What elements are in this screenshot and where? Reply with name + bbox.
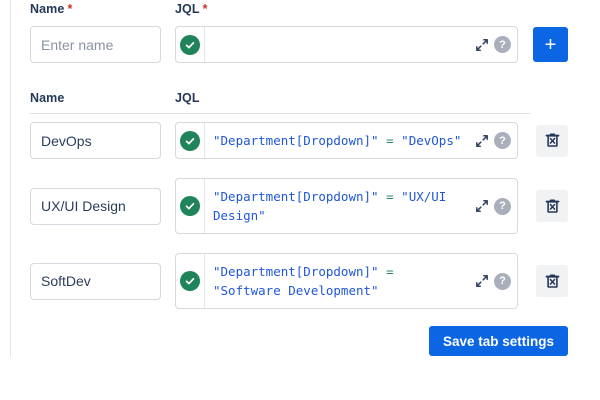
add-tab-button[interactable]: +: [533, 27, 568, 62]
delete-tab-button[interactable]: [536, 265, 568, 297]
panel-left-border: [10, 0, 11, 357]
table-row: "Department[Dropdown]" = "UX/UI Design" …: [30, 178, 568, 234]
jql-field-label: JQL*: [175, 2, 208, 16]
question-circle-icon[interactable]: ?: [494, 198, 511, 215]
jql-operator-token: =: [386, 264, 394, 279]
jql-status-cell: [176, 179, 204, 233]
delete-tab-button[interactable]: [536, 190, 568, 222]
tab-settings-panel: Name* JQL* ?: [30, 2, 568, 356]
jql-field-token: "Department[Dropdown]": [213, 189, 379, 204]
trash-icon: [544, 273, 561, 290]
jql-operator-token: =: [386, 189, 394, 204]
add-form-labels: Name* JQL*: [30, 2, 568, 16]
expand-arrows-icon[interactable]: [474, 198, 490, 214]
jql-value-token: "DevOps": [401, 133, 461, 148]
new-tab-name-input[interactable]: [30, 26, 161, 63]
tab-name-input[interactable]: [30, 122, 161, 159]
tab-jql-editor: "Department[Dropdown]" = "Software Devel…: [175, 253, 518, 309]
jql-label-text: JQL: [175, 2, 200, 16]
jql-divider: [204, 27, 205, 62]
question-circle-icon[interactable]: ?: [494, 132, 511, 149]
header-divider: [30, 113, 530, 114]
save-tab-settings-button[interactable]: Save tab settings: [429, 326, 568, 356]
jql-status-cell: [176, 27, 204, 62]
check-circle-icon: [180, 131, 200, 151]
new-tab-jql-input[interactable]: [213, 27, 474, 62]
jql-query-text: "Department[Dropdown]" = "DevOps": [213, 123, 465, 158]
trash-icon: [544, 132, 561, 149]
tab-name-input[interactable]: [30, 188, 161, 225]
jql-field-token: "Department[Dropdown]": [213, 133, 379, 148]
jql-editor-icons: ?: [474, 254, 517, 308]
name-required-marker: *: [67, 2, 72, 16]
jql-status-cell: [176, 254, 204, 308]
table-row: "Department[Dropdown]" = "Software Devel…: [30, 253, 568, 309]
footer-actions: Save tab settings: [30, 326, 568, 356]
tab-jql-editor: "Department[Dropdown]" = "UX/UI Design" …: [175, 178, 518, 234]
jql-query-text: "Department[Dropdown]" = "UX/UI Design": [213, 179, 465, 233]
jql-editor-icons: ?: [474, 123, 517, 158]
saved-tabs-header: Name JQL: [30, 91, 568, 105]
saved-tabs-list: "Department[Dropdown]" = "DevOps" ?: [30, 122, 568, 309]
expand-arrows-icon[interactable]: [474, 133, 490, 149]
add-tab-form-row: ? +: [30, 26, 568, 63]
tab-name-input[interactable]: [30, 263, 161, 300]
jql-query-area[interactable]: "Department[Dropdown]" = "Software Devel…: [205, 254, 474, 308]
check-circle-icon: [180, 271, 200, 291]
expand-arrows-icon[interactable]: [474, 37, 490, 53]
jql-field-token: "Department[Dropdown]": [213, 264, 379, 279]
name-label-text: Name: [30, 2, 64, 16]
delete-tab-button[interactable]: [536, 125, 568, 157]
table-row: "Department[Dropdown]" = "DevOps" ?: [30, 122, 568, 159]
jql-status-cell: [176, 123, 204, 158]
check-circle-icon: [180, 35, 200, 55]
expand-arrows-icon[interactable]: [474, 273, 490, 289]
jql-value-token: "Software Development": [213, 283, 379, 298]
jql-query-text: "Department[Dropdown]" = "Software Devel…: [213, 254, 465, 308]
check-circle-icon: [180, 196, 200, 216]
jql-required-marker: *: [203, 2, 208, 16]
jql-editor-icons: ?: [474, 179, 517, 233]
jql-column-header: JQL: [175, 91, 200, 105]
tab-jql-editor: "Department[Dropdown]" = "DevOps" ?: [175, 122, 518, 159]
jql-editor-icons: ?: [474, 27, 517, 62]
jql-operator-token: =: [386, 133, 394, 148]
trash-icon: [544, 198, 561, 215]
new-tab-jql-editor: ?: [175, 26, 518, 63]
name-field-label: Name*: [30, 2, 175, 16]
jql-query-area[interactable]: "Department[Dropdown]" = "DevOps": [205, 123, 474, 158]
jql-query-area[interactable]: "Department[Dropdown]" = "UX/UI Design": [205, 179, 474, 233]
name-column-header: Name: [30, 91, 175, 105]
question-circle-icon[interactable]: ?: [494, 36, 511, 53]
question-circle-icon[interactable]: ?: [494, 273, 511, 290]
